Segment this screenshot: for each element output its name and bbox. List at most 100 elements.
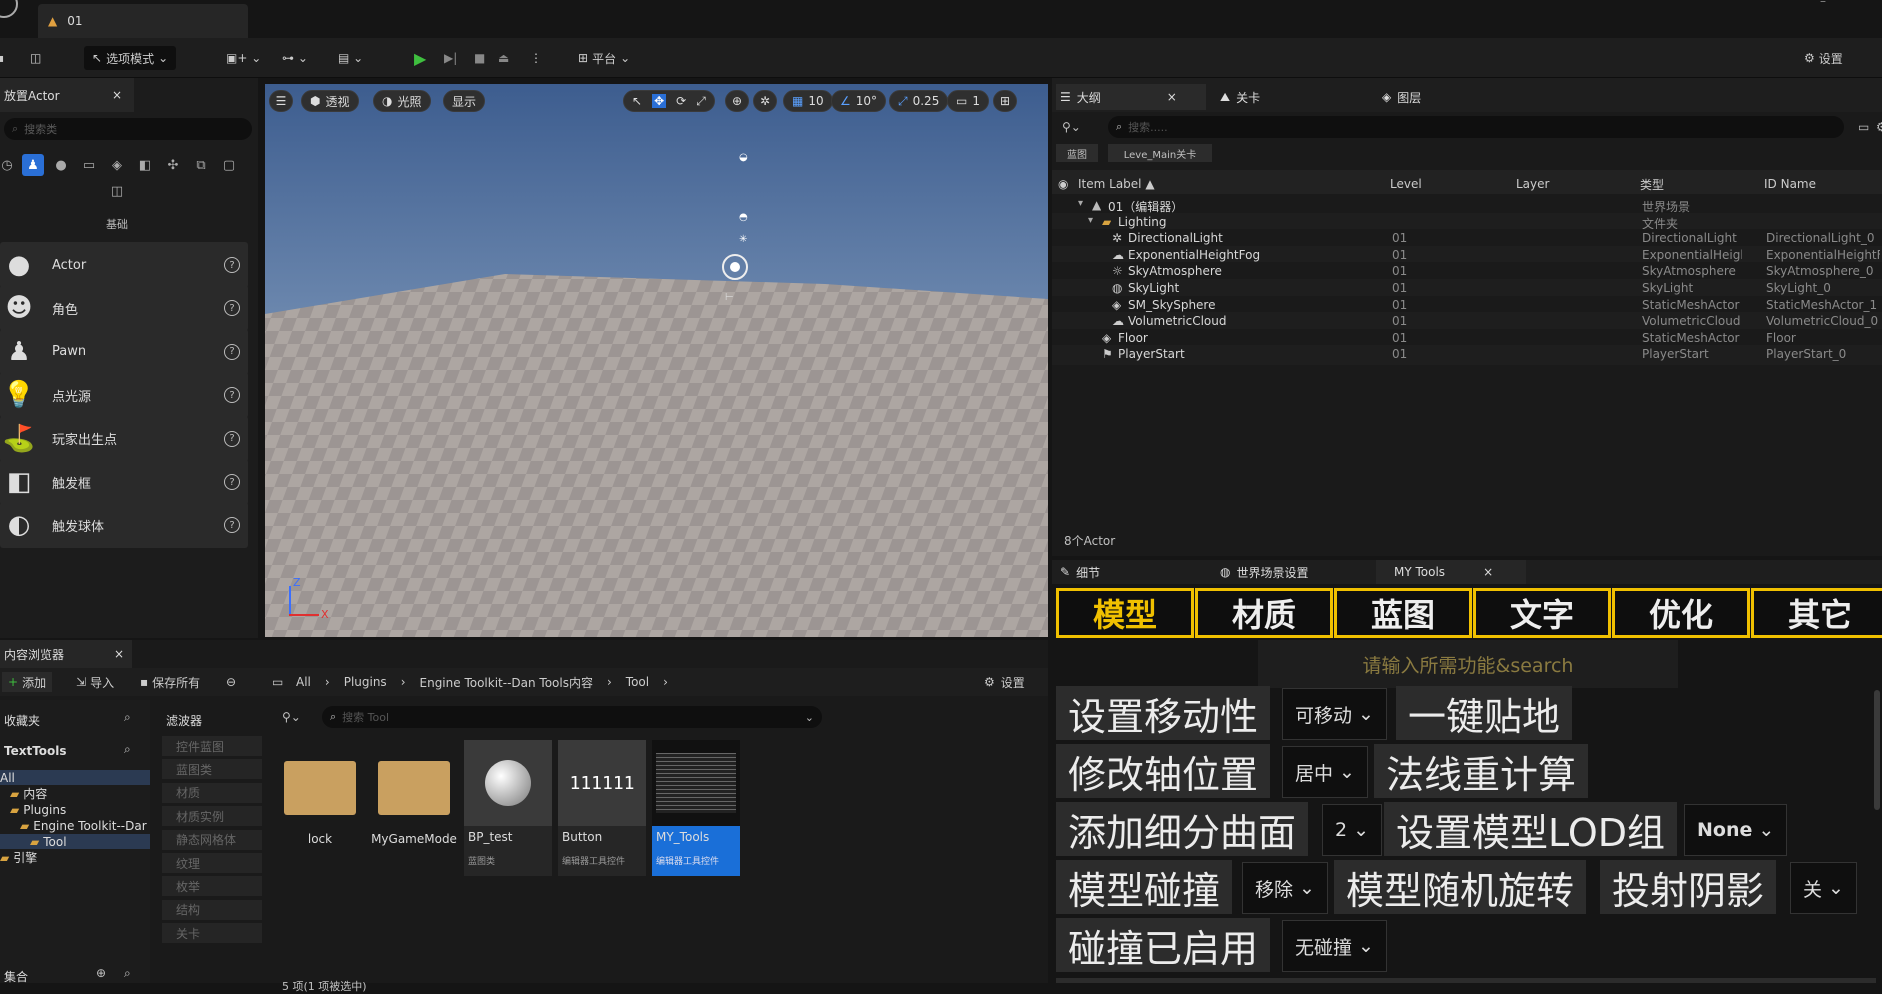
tab-levels[interactable]: ⛰ 关卡 [1220, 84, 1260, 110]
column-type[interactable]: 类型 [1640, 174, 1664, 194]
camera-speed-button[interactable]: ▭ 1 [947, 90, 989, 112]
actor-item[interactable]: ♟ Pawn? [0, 328, 248, 375]
cinematics-icon[interactable]: ▤ ⌄ [338, 46, 363, 70]
help-icon[interactable]: ? [224, 343, 240, 360]
model-collision-button[interactable]: 模型碰撞 [1056, 860, 1233, 914]
mode-tab[interactable]: 其它 [1751, 588, 1882, 638]
scale-snap-button[interactable]: ⤢ 0.25 [889, 90, 949, 112]
player-start-gizmo-icon[interactable]: ⊢ [725, 292, 734, 303]
platform-dropdown[interactable]: ⊞ 平台 ⌄ [578, 46, 630, 70]
pivot-dropdown[interactable]: 居中 ⌄ [1282, 746, 1368, 798]
shapes-icon[interactable]: ▢ [218, 154, 240, 176]
settings-button[interactable]: ⚙ 设置 [1804, 46, 1843, 70]
outliner-search[interactable]: ⌕ 搜索..... [1108, 116, 1844, 138]
add-content-icon[interactable]: ▣+ ⌄ [226, 46, 261, 70]
column-level[interactable]: Level [1390, 174, 1422, 194]
skylight-gizmo-icon[interactable]: ✳ [739, 234, 747, 245]
visibility-column-icon[interactable]: ◉ [1058, 174, 1068, 194]
help-icon[interactable]: ? [224, 387, 240, 404]
collision-dropdown[interactable]: 移除 ⌄ [1242, 862, 1328, 914]
perspective-button[interactable]: ⬢ 透视 [301, 90, 359, 112]
blueprint-icon[interactable]: ⊶ ⌄ [282, 46, 308, 70]
modify-pivot-button[interactable]: 修改轴位置 [1056, 744, 1271, 798]
place-actor-search[interactable]: ⌕ 搜索类 [4, 118, 252, 140]
new-folder-icon[interactable]: ▭ [1858, 120, 1869, 134]
asset-tile[interactable]: MY_Tools 编辑器工具控件 [652, 740, 740, 876]
tools-scrollbar[interactable] [1874, 690, 1880, 810]
column-layer[interactable]: Layer [1516, 174, 1549, 194]
surface-snap-button[interactable]: ✲ [753, 90, 777, 112]
help-icon[interactable]: ? [224, 300, 240, 317]
expand-arrow-icon[interactable]: ▾ [1078, 198, 1083, 209]
minimize-icon[interactable]: – [1820, 0, 1826, 8]
mode-tab[interactable]: 材质 [1195, 588, 1333, 638]
basic-icon[interactable]: ♟ [22, 154, 44, 176]
help-icon[interactable]: ? [224, 257, 240, 273]
actor-item[interactable]: ● Actor? [0, 242, 248, 288]
column-item-label[interactable]: Item Label ▲ [1078, 174, 1155, 194]
volumes-icon[interactable]: ✣ [162, 154, 184, 176]
visual-effects-icon[interactable]: ◈ [106, 154, 128, 176]
tools-search[interactable]: 请输入所需功能&search [1258, 640, 1678, 688]
set-mobility-button[interactable]: 设置移动性 [1056, 686, 1271, 740]
outliner-row[interactable]: ⚑ PlayerStart 01 PlayerStart PlayerStart_0 [1052, 345, 1882, 366]
filter-chip-blueprint[interactable]: 蓝图 [1056, 144, 1098, 162]
step-icon[interactable]: ▶| [444, 46, 457, 70]
help-icon[interactable]: ? [224, 474, 240, 490]
select-icon[interactable]: ↖ [632, 94, 642, 108]
actor-item[interactable]: ☻ 角色? [0, 285, 248, 332]
misc-icon[interactable]: ◫ [106, 180, 128, 202]
light-gizmo-icon[interactable]: ◒ [739, 152, 748, 163]
close-icon[interactable]: × [112, 88, 122, 102]
subdivision-dropdown[interactable]: 2 ⌄ [1322, 804, 1383, 856]
rotation-snap-button[interactable]: ∠ 10° [831, 90, 887, 112]
grid-snap-button[interactable]: ▦ 10 [783, 90, 833, 112]
gear-icon[interactable]: ⚙ [1876, 120, 1882, 134]
lighting-button[interactable]: ◑ 光照 [373, 90, 431, 112]
help-icon[interactable]: ? [224, 517, 240, 534]
mode-dropdown[interactable]: ↖ 选项模式 ⌄ [84, 46, 177, 70]
more-options-icon[interactable]: ⋮ [530, 46, 542, 70]
actor-item[interactable]: 💡 点光源? [0, 372, 248, 419]
cast-shadow-button[interactable]: 投射阴影 [1600, 860, 1777, 914]
geometry-icon[interactable]: ◧ [134, 154, 156, 176]
help-icon[interactable]: ? [224, 430, 240, 447]
classes-icon[interactable]: ⧉ [190, 154, 212, 176]
tab-layers[interactable]: ◈ 图层 [1382, 84, 1421, 110]
filter-chip-level[interactable]: Leve_Main关卡 [1108, 144, 1212, 162]
viewport-menu-button[interactable]: ☰ [269, 90, 293, 112]
level-tab[interactable]: ▲ 01 [38, 4, 248, 38]
source-control-icon[interactable]: ◫ [30, 46, 41, 70]
mode-tab[interactable]: 优化 [1612, 588, 1750, 638]
world-local-button[interactable]: ⊕ [725, 90, 749, 112]
snap-to-ground-button[interactable]: 一键贴地 [1396, 686, 1573, 740]
lights-icon[interactable]: ● [50, 154, 72, 176]
play-icon[interactable]: ▶ [414, 46, 426, 70]
place-actor-tab[interactable]: 放置Actor × [0, 78, 134, 112]
actor-item[interactable]: ◐ 触发球体? [0, 502, 248, 549]
set-lod-group-button[interactable]: 设置模型LOD组 [1384, 802, 1677, 856]
shadow-dropdown[interactable]: 关 ⌄ [1790, 862, 1857, 914]
add-subdivision-button[interactable]: 添加细分曲面 [1056, 802, 1309, 856]
show-button[interactable]: 显示 [443, 90, 486, 112]
recent-icon[interactable]: ◷ [0, 154, 18, 176]
stop-icon[interactable]: ■ [474, 46, 485, 70]
filter-icon[interactable]: ⚲⌄ [1062, 120, 1081, 134]
asset-tile[interactable]: 111111 Button 编辑器工具控件 [558, 740, 646, 876]
asset-tile[interactable]: BP_test 蓝图类 [464, 740, 552, 876]
random-rotate-button[interactable]: 模型随机旋转 [1334, 860, 1587, 914]
expand-arrow-icon[interactable]: ▾ [1088, 215, 1093, 226]
mode-tab[interactable]: 文字 [1473, 588, 1611, 638]
asset-tile[interactable]: MyGameMode [370, 740, 458, 876]
asset-tile[interactable]: lock [276, 740, 364, 876]
eject-icon[interactable]: ⏏ [498, 46, 509, 70]
mobility-dropdown[interactable]: 可移动 ⌄ [1282, 688, 1387, 740]
collision-enabled-dropdown[interactable]: 无碰撞 ⌄ [1282, 920, 1387, 972]
mode-tab[interactable]: 蓝图 [1334, 588, 1472, 638]
cinematic-icon[interactable]: ▭ [78, 154, 100, 176]
recompute-normals-button[interactable]: 法线重计算 [1374, 744, 1589, 798]
mode-tab[interactable]: 模型 [1056, 588, 1194, 638]
close-icon[interactable]: × [1167, 90, 1177, 104]
maximize-viewport-button[interactable]: ⊞ [993, 90, 1017, 112]
save-icon[interactable]: ▪ [0, 46, 4, 70]
